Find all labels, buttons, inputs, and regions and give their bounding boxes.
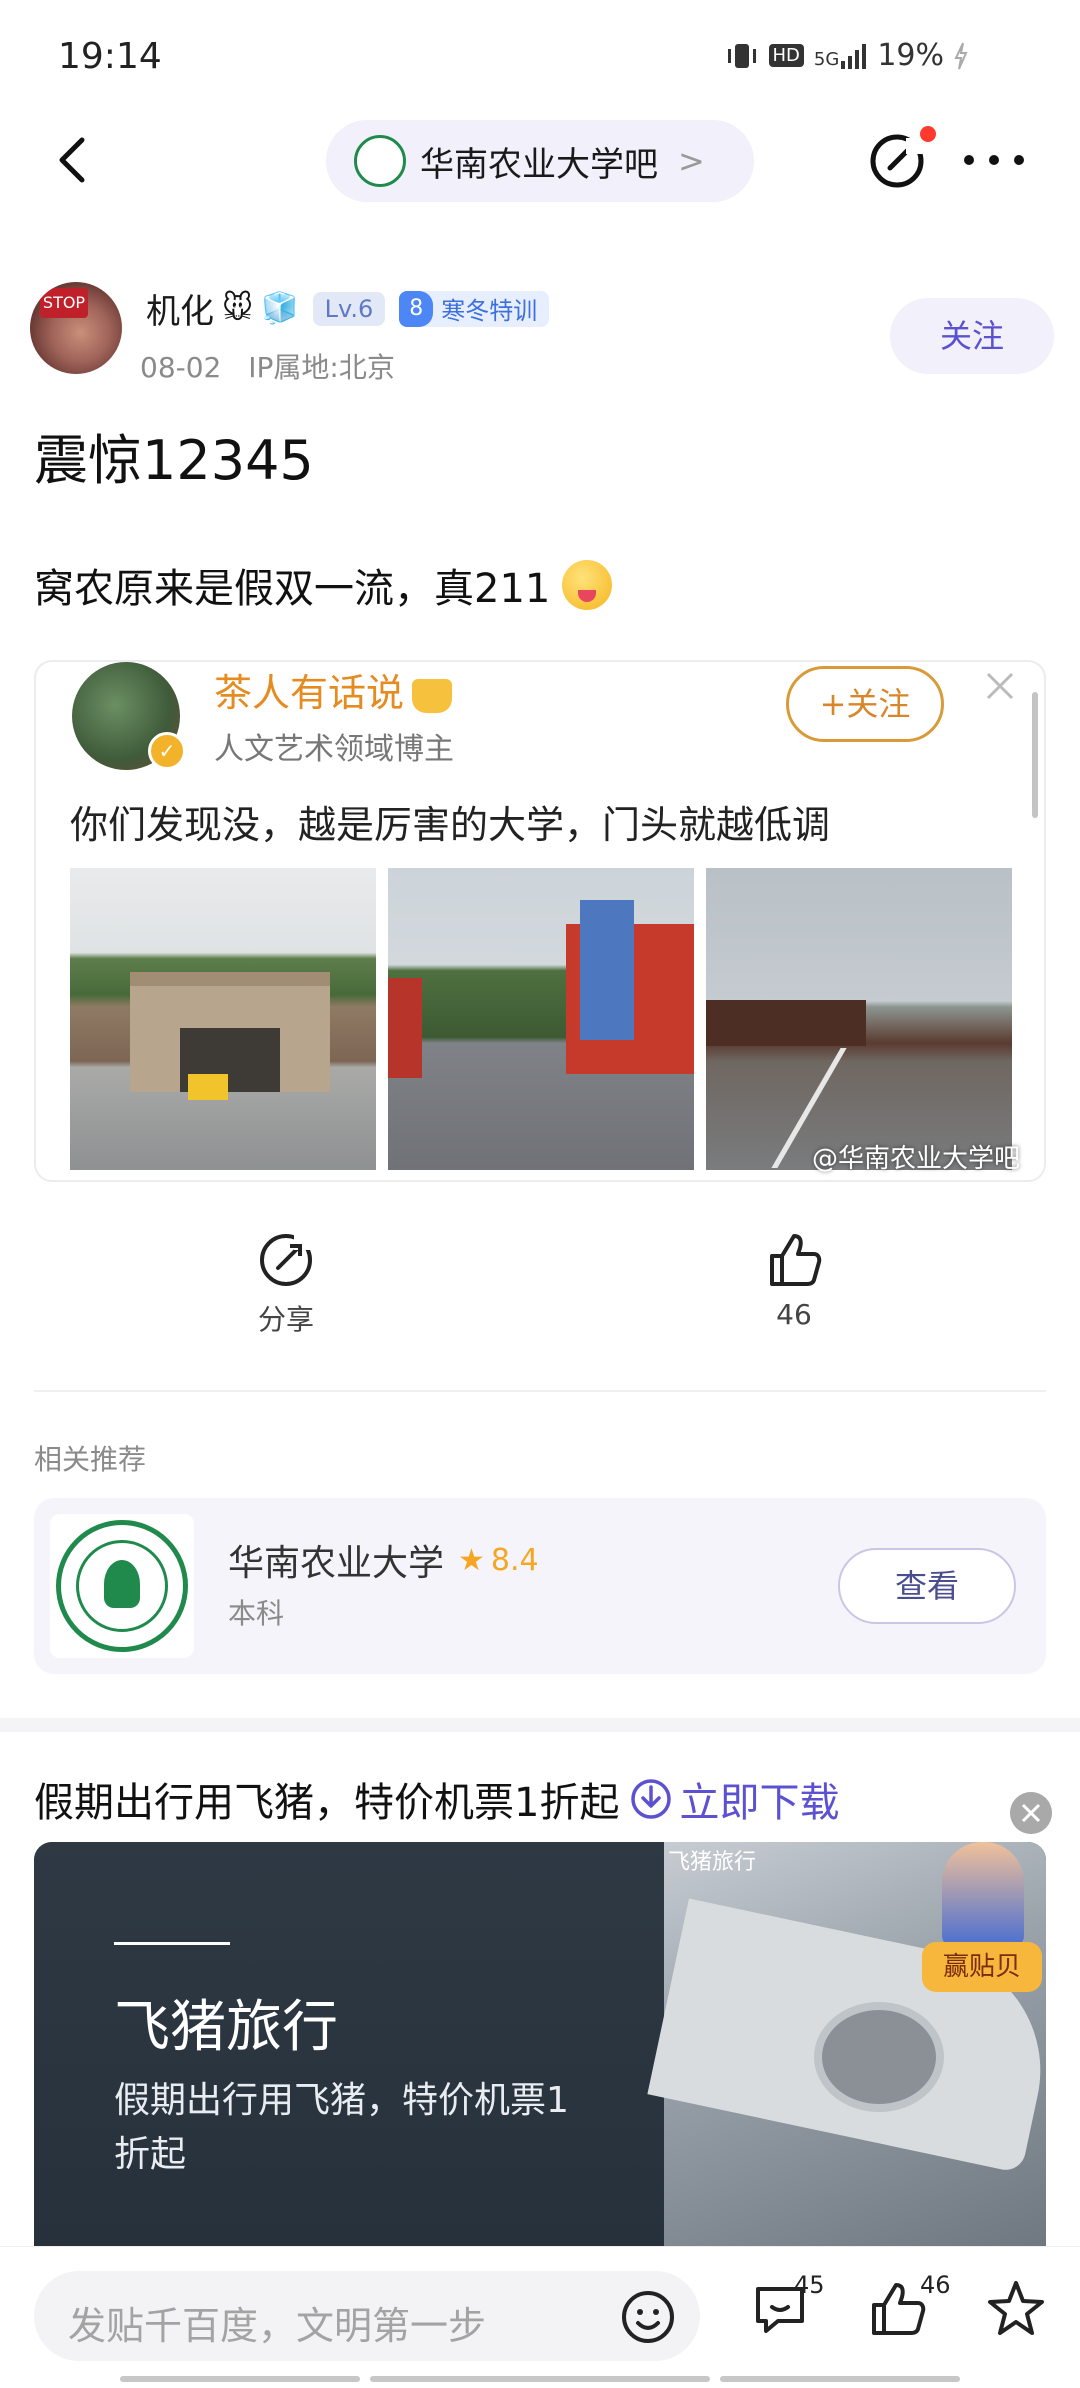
ice-cube-emoji-icon: 🧊 [261, 291, 299, 326]
related-name: 华南农业大学 [228, 1543, 445, 1584]
nav-bar: 华南农业大学吧 > [0, 110, 1080, 210]
verified-icon: ✓ [148, 732, 186, 770]
ad-airplane-image: 飞猪旅行 赢贴贝 [647, 1842, 1046, 2246]
forum-name: 华南农业大学吧 [420, 144, 658, 185]
university-gate-photo-2 [388, 868, 694, 1170]
share-button[interactable]: 分享 [226, 1230, 346, 1338]
embed-text: 你们发现没，越是厉害的大学，门头就越低调 [70, 803, 831, 847]
username-row: 机化 🐭 🧊 Lv.6 8 寒冬特训 [146, 284, 550, 333]
chevron-right-icon: > [678, 142, 705, 180]
charging-icon [954, 42, 968, 69]
avatar[interactable]: STOP [30, 282, 122, 374]
signal-icon: 5G [814, 43, 867, 69]
ad-close-icon[interactable] [1010, 1792, 1052, 1834]
ad-banner[interactable]: 飞猪旅行 假期出行用飞猪，特价机票1折起 飞猪旅行 赢贴贝 [34, 1842, 1046, 2246]
author-row: STOP 机化 🐭 🧊 Lv.6 8 寒冬特训 08-02 IP属地:北京 关注 [30, 280, 1054, 390]
forum-pill[interactable]: 华南农业大学吧 > [326, 120, 754, 202]
ad-cta-label: 立即下载 [679, 1780, 840, 1826]
download-icon [631, 1779, 672, 1819]
crown-icon [412, 678, 453, 713]
like-count: 46 [776, 1298, 812, 1331]
gesture-bar-1 [120, 2376, 360, 2382]
vibrate-icon [727, 43, 756, 68]
embed-author-name-text: 茶人有话说 [214, 671, 405, 715]
embed-follow-button: +关注 [786, 666, 944, 742]
status-icons: HD 5G 19% [725, 38, 969, 73]
gesture-bar-3 [720, 2376, 960, 2382]
emoji-icon[interactable] [620, 2289, 676, 2345]
airplane-engine-shape [814, 2002, 944, 2112]
bottom-bar: 发贴千百度，文明第一步 45 46 [0, 2246, 1080, 2388]
post-actions: 分享 46 [0, 1230, 1080, 1350]
reply-placeholder: 发贴千百度，文明第一步 [68, 2304, 487, 2348]
embed-scrollbar [1032, 692, 1038, 818]
star-icon: ★ [458, 1542, 485, 1578]
ad-description: 假期出行用飞猪，特价机票1折起 [114, 2080, 569, 2175]
like-button[interactable]: 46 [734, 1230, 854, 1331]
bottom-like-count: 46 [920, 2271, 951, 2299]
more-icon[interactable] [964, 134, 1024, 186]
related-heading: 相关推荐 [34, 1443, 147, 1476]
compose-icon[interactable] [866, 130, 928, 192]
star-outline-icon[interactable] [984, 2277, 1048, 2341]
post-meta: 08-02 IP属地:北京 [140, 346, 395, 386]
ad-title: 假期出行用飞猪，特价机票1折起 立即下载 [34, 1770, 839, 1828]
comment-count: 45 [794, 2271, 825, 2299]
thumbs-up-icon [770, 1234, 822, 1286]
post-date: 08-02 [140, 351, 222, 384]
forum-logo-icon [354, 135, 406, 187]
share-icon [260, 1234, 314, 1286]
vip-badge: 8 寒冬特训 [399, 290, 550, 327]
related-type: 本科 [228, 1597, 285, 1630]
ad-download-link[interactable]: 立即下载 [629, 1770, 839, 1828]
status-time: 19:14 [58, 36, 162, 77]
vip-shield-icon: 8 [399, 290, 434, 327]
reply-input[interactable]: 发贴千百度，文明第一步 [34, 2271, 700, 2361]
username[interactable]: 机化 [146, 284, 214, 333]
view-button[interactable]: 查看 [838, 1548, 1016, 1624]
university-logo-icon [50, 1514, 194, 1658]
post-body: 窝农原来是假双一流，真211 [34, 556, 613, 614]
ad-character [942, 1842, 1024, 1946]
avatar-stop-sign: STOP [40, 288, 88, 318]
divider [34, 1390, 1046, 1392]
related-name-row: 华南农业大学 ★ 8.4 [228, 1534, 539, 1586]
embed-author-subtitle: 人文艺术领域博主 [214, 732, 454, 767]
university-gate-photo-3 [706, 868, 1012, 1170]
vip-label: 寒冬特训 [441, 297, 538, 325]
related-rating: 8.4 [490, 1542, 539, 1578]
embedded-image-card[interactable]: ✓ 茶人有话说 人文艺术领域博主 +关注 你们发现没，越是厉害的大学，门头就越低… [34, 660, 1046, 1182]
ip-location: IP属地:北京 [248, 351, 395, 384]
post-body-text: 窝农原来是假双一流，真211 [34, 566, 551, 612]
gesture-bar-2 [370, 2376, 710, 2382]
level-badge: Lv.6 [312, 291, 386, 326]
university-gate-photo-1 [70, 868, 376, 1170]
ad-left-panel: 飞猪旅行 假期出行用飞猪，特价机票1折起 [34, 1842, 664, 2246]
embed-watermark: @华南农业大学吧 [812, 1144, 1021, 1174]
related-card[interactable]: 华南农业大学 ★ 8.4 本科 查看 [34, 1498, 1046, 1674]
share-label: 分享 [257, 1303, 314, 1336]
ad-title-text: 假期出行用飞猪，特价机票1折起 [34, 1780, 620, 1826]
follow-button[interactable]: 关注 [890, 298, 1054, 374]
ad-decor-line [114, 1942, 230, 1945]
back-icon[interactable] [44, 130, 104, 190]
ad-badge: 赢贴贝 [922, 1942, 1042, 1992]
ad-brand: 飞猪旅行 [114, 1995, 338, 2060]
hd-icon: HD [768, 44, 804, 67]
battery-percent: 19% [877, 38, 944, 73]
post-title: 震惊12345 [34, 429, 314, 492]
section-separator [0, 1718, 1080, 1732]
tongue-face-emoji-icon [562, 560, 613, 610]
network-label: 5G [813, 48, 840, 70]
embed-close-icon [986, 672, 1014, 700]
mouse-emoji-icon: 🐭 [222, 291, 254, 326]
status-bar: 19:14 HD 5G 19% [0, 0, 1080, 110]
notification-dot [920, 126, 936, 142]
embed-author-name: 茶人有话说 [214, 662, 453, 717]
ad-tag: 飞猪旅行 [668, 1850, 757, 1875]
